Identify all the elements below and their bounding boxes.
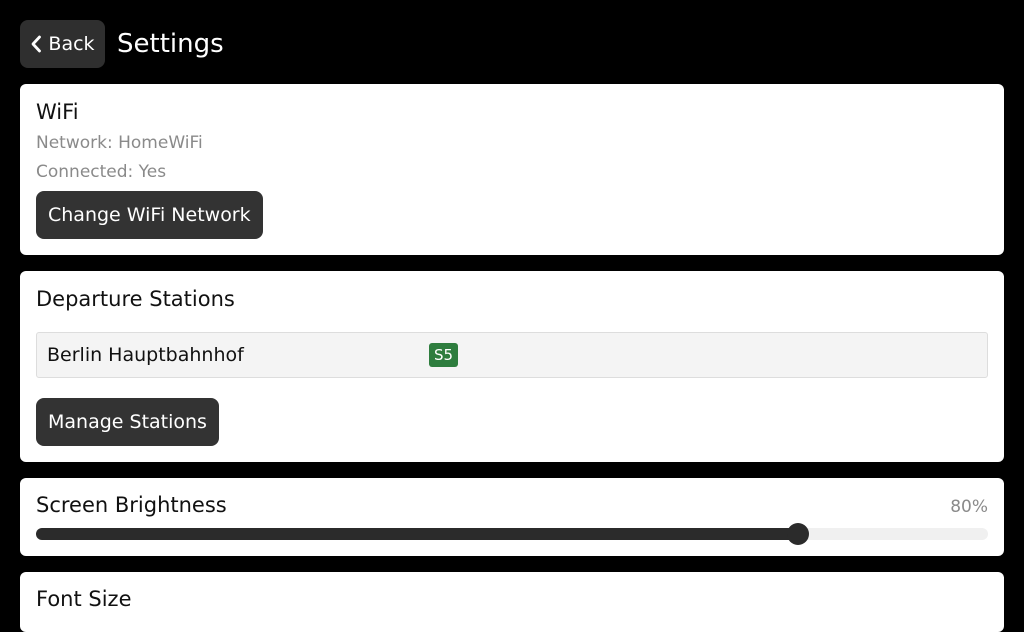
brightness-value: 80%: [950, 497, 988, 517]
back-button-label: Back: [48, 33, 95, 55]
change-wifi-button[interactable]: Change WiFi Network: [36, 191, 263, 239]
page-title: Settings: [117, 29, 224, 59]
station-name: Berlin Hauptbahnhof: [47, 344, 244, 366]
brightness-slider-fill: [36, 528, 798, 540]
font-size-title: Font Size: [36, 587, 132, 611]
wifi-network-line: Network: HomeWiFi: [36, 133, 203, 153]
station-row[interactable]: Berlin Hauptbahnhof S5: [36, 332, 988, 378]
brightness-slider-thumb[interactable]: [786, 523, 809, 545]
wifi-card: WiFi Network: HomeWiFi Connected: Yes Ch…: [20, 84, 1004, 255]
brightness-title: Screen Brightness: [36, 493, 227, 517]
font-size-card: Font Size: [20, 572, 1004, 632]
line-badge: S5: [429, 343, 459, 367]
brightness-slider[interactable]: [36, 523, 988, 545]
wifi-title: WiFi: [36, 100, 79, 124]
stations-card: Departure Stations Berlin Hauptbahnhof S…: [20, 271, 1004, 462]
brightness-card: Screen Brightness 80%: [20, 478, 1004, 556]
wifi-connected-line: Connected: Yes: [36, 162, 167, 182]
back-button[interactable]: Back: [20, 20, 105, 68]
manage-stations-button[interactable]: Manage Stations: [36, 398, 219, 446]
stations-title: Departure Stations: [36, 287, 235, 311]
chevron-left-icon: [30, 35, 42, 53]
header: Back Settings: [20, 20, 224, 68]
